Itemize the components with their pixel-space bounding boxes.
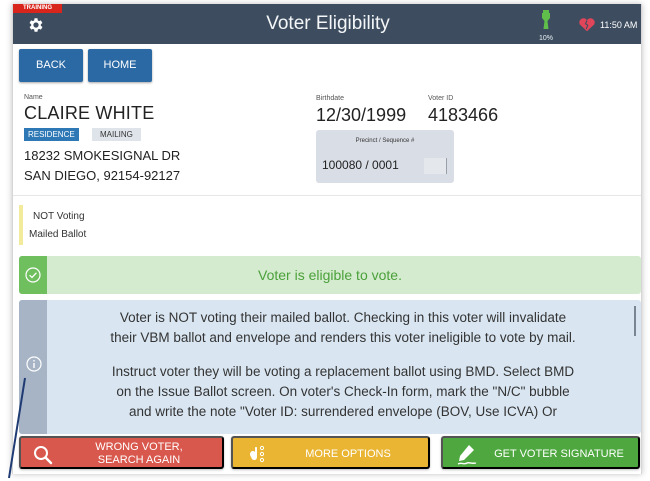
warning-spacer — [53, 348, 633, 362]
status-line2: Mailed Ballot — [29, 229, 87, 240]
address-line2: SAN DIEGO, 92154-92127 — [24, 168, 181, 183]
info-circle-icon — [26, 356, 42, 372]
ballot-status-note: NOT Voting Mailed Ballot — [19, 205, 107, 249]
precinct-label: Precinct / Sequence # — [355, 138, 415, 144]
more-options-label: MORE OPTIONS — [305, 448, 391, 460]
device-frame: TRAINING Voter Eligibility 10% 11:50 AM — [0, 0, 650, 481]
tab-residence[interactable]: RESIDENCE — [24, 128, 79, 141]
warning-box[interactable]: Voter is NOT voting their mailed ballot.… — [19, 300, 641, 434]
warning-line3: Instruct voter they will be voting a rep… — [111, 364, 575, 379]
section-divider — [13, 195, 641, 196]
voter-name: CLAIRE WHITE — [24, 103, 155, 123]
eligibility-banner: Voter is eligible to vote. — [19, 256, 641, 294]
heart-broken-icon — [579, 18, 595, 32]
status-line1: NOT Voting — [33, 211, 85, 222]
warning-scrollbar[interactable] — [634, 306, 636, 336]
warning-line4: on the Issue Ballot screen. On voter's C… — [116, 384, 570, 399]
home-button[interactable]: HOME — [88, 49, 152, 82]
warning-line5: and write the note "Voter ID: surrendere… — [128, 404, 557, 419]
more-options-button[interactable]: MORE OPTIONS — [231, 436, 430, 469]
search-icon — [34, 446, 53, 465]
battery-percent: 10% — [538, 35, 553, 42]
warning-line2: their VBM ballot and envelope and render… — [110, 330, 576, 345]
gear-icon[interactable] — [27, 16, 45, 34]
app-screen: TRAINING Voter Eligibility 10% 11:50 AM — [12, 4, 642, 474]
warning-message: Voter is NOT voting their mailed ballot.… — [53, 308, 633, 422]
eligibility-message: Voter is eligible to vote. — [258, 267, 402, 283]
clock: 11:50 AM — [600, 19, 638, 30]
battery-status: 10% — [533, 10, 559, 42]
status-area: 11:50 AM — [578, 17, 637, 32]
wrong-voter-button[interactable]: WRONG VOTER, SEARCH AGAIN — [19, 436, 224, 469]
precinct-value: 100080 / 0001 — [322, 158, 399, 172]
training-tag: TRAINING — [13, 4, 62, 13]
options-icon — [250, 445, 265, 463]
header-bar: TRAINING Voter Eligibility 10% 11:50 AM — [13, 4, 641, 44]
birthdate-value: 12/30/1999 — [316, 105, 407, 125]
battery-charging-icon — [542, 10, 550, 29]
wrong-voter-line2: SEARCH AGAIN — [97, 454, 181, 466]
voter-id-value: 4183466 — [428, 105, 499, 125]
precinct-box: Precinct / Sequence # 100080 / 0001 — [316, 130, 454, 183]
wrong-voter-line1: WRONG VOTER, — [95, 441, 183, 453]
precinct-tail — [424, 158, 446, 174]
get-signature-label: GET VOTER SIGNATURE — [494, 448, 624, 460]
info-icon-cell — [19, 300, 47, 434]
precinct-divider — [446, 158, 447, 174]
get-signature-button[interactable]: GET VOTER SIGNATURE — [441, 436, 640, 469]
warning-line1: Voter is NOT voting their mailed ballot.… — [119, 310, 567, 325]
birthdate-label: Birthdate — [316, 95, 345, 102]
pen-signature-icon — [457, 445, 477, 465]
back-button[interactable]: BACK — [19, 49, 83, 82]
name-label: Name — [24, 94, 43, 101]
voter-id-label: Voter ID — [428, 95, 454, 102]
tab-mailing[interactable]: MAILING — [92, 128, 141, 141]
address-line1: 18232 SMOKESIGNAL DR — [24, 148, 181, 163]
wrong-voter-label: WRONG VOTER, SEARCH AGAIN — [59, 441, 219, 467]
